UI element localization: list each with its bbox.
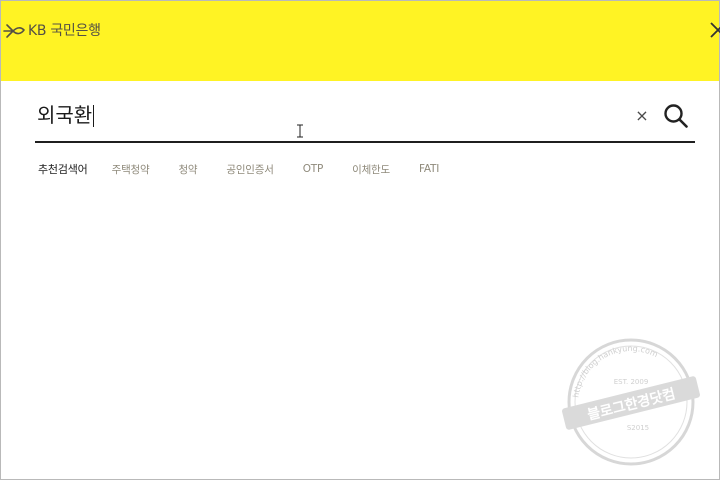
keyword-link[interactable]: 청약 xyxy=(178,162,197,177)
search-icon xyxy=(664,104,688,128)
header-bar: KB 국민은행 xyxy=(1,1,720,81)
close-button[interactable] xyxy=(707,19,720,41)
keyword-link[interactable]: OTP xyxy=(303,163,324,175)
keyword-link[interactable]: 이체한도 xyxy=(352,162,390,177)
search-bar: 외국환 × xyxy=(35,97,695,143)
text-caret xyxy=(93,105,94,127)
recommended-label: 추천검색어 xyxy=(38,163,88,176)
clear-button[interactable]: × xyxy=(633,105,651,127)
kb-search-window: KB 국민은행 외국환 × 추천검색어 주택청약 청약 공인인증서 OTP 이체… xyxy=(0,0,720,480)
kb-logo[interactable]: KB 국민은행 xyxy=(3,21,101,41)
search-button[interactable] xyxy=(663,103,689,129)
text-cursor-icon xyxy=(297,124,303,138)
watermark-small: S2015 xyxy=(627,424,649,432)
watermark-est: EST. 2009 xyxy=(614,378,649,386)
close-icon xyxy=(710,22,720,38)
keyword-link[interactable]: FATI xyxy=(419,163,439,175)
watermark-main-text: 블로그한경닷컴 xyxy=(586,385,678,423)
watermark-seal-icon: http://blog.hankyung.com EST. 2009 블로그한경… xyxy=(562,338,700,466)
bank-name: KB 국민은행 xyxy=(28,23,101,39)
kb-star-logo-icon xyxy=(3,24,25,38)
keyword-link[interactable]: 공인인증서 xyxy=(226,162,274,177)
search-input[interactable]: 외국환 xyxy=(37,101,92,129)
recommended-keywords: 추천검색어 주택청약 청약 공인인증서 OTP 이체한도 FATI xyxy=(38,160,468,178)
keyword-link[interactable]: 주택청약 xyxy=(112,162,150,177)
